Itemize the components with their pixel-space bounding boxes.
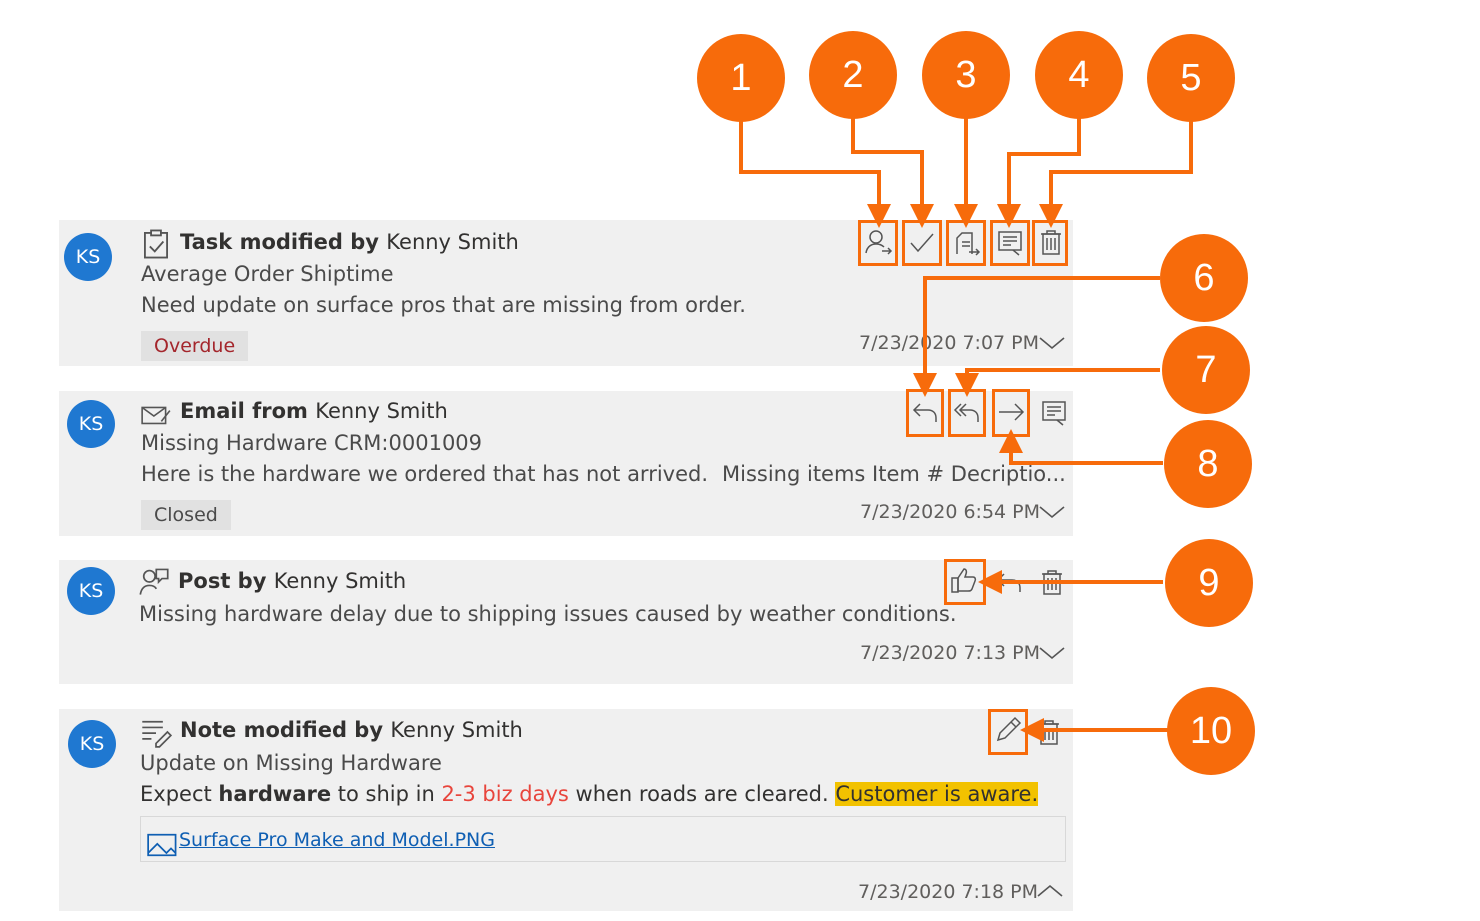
callout-7: 7 (1162, 326, 1250, 414)
callout-9: 9 (1165, 539, 1253, 627)
callout-4: 4 (1035, 31, 1123, 119)
callout-10: 10 (1167, 687, 1255, 775)
callout-8: 8 (1164, 420, 1252, 508)
callout-connectors (739, 118, 1193, 742)
callout-5: 5 (1147, 34, 1235, 122)
callout-1: 1 (697, 34, 785, 122)
callout-3: 3 (922, 31, 1010, 119)
callout-6: 6 (1160, 234, 1248, 322)
callout-2: 2 (809, 31, 897, 119)
